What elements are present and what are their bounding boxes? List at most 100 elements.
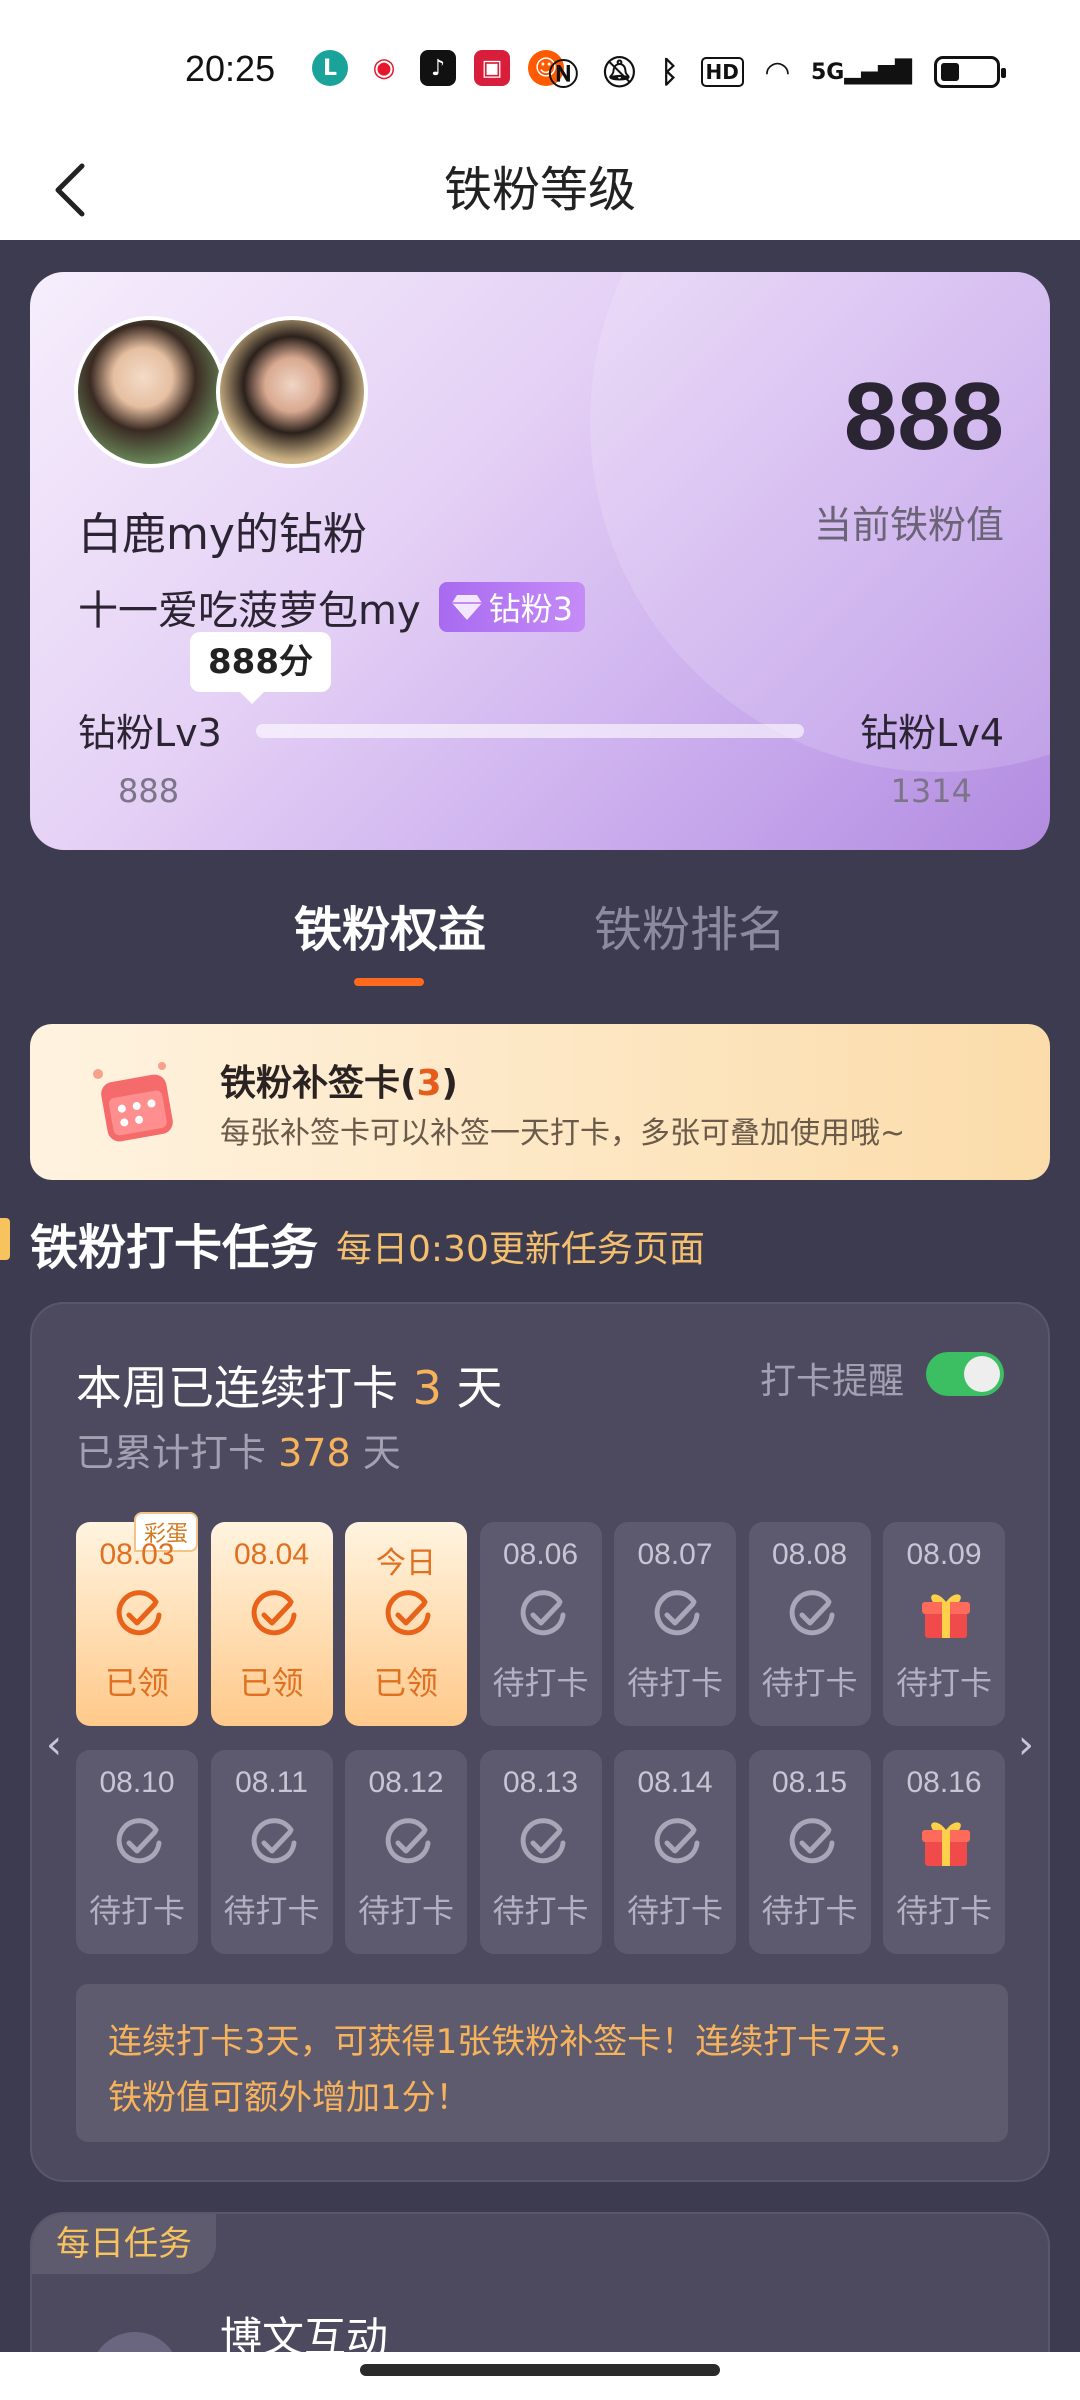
tab-fan-ranking[interactable]: 铁粉排名 xyxy=(594,890,786,960)
signal-5g-icon: 5G▂▄▆█ xyxy=(810,59,912,85)
checkin-hint: 连续打卡3天，可获得1张铁粉补签卡！连续打卡7天， 铁粉值可额外增加1分！ xyxy=(76,1984,1008,2142)
checkin-day-cell[interactable]: 08.16 待打卡 xyxy=(883,1750,1005,1954)
check-circle-icon xyxy=(520,1818,565,1864)
user-row: 十一爱吃菠萝包my 钻粉3 xyxy=(78,578,586,636)
calendar-icon xyxy=(93,1062,173,1142)
score-tooltip: 888分 xyxy=(190,632,331,704)
mute-icon: 🔕︎ xyxy=(600,54,639,90)
checkin-date: 08.13 xyxy=(502,1766,579,1799)
checkin-day-cell[interactable]: 08.04 已领 xyxy=(210,1522,333,1726)
checkin-status: 待打卡 xyxy=(492,1664,589,1702)
checkin-date: 08.06 xyxy=(502,1538,579,1571)
checkin-day-cell[interactable]: 08.06 待打卡 xyxy=(479,1522,602,1726)
checkin-status: 待打卡 xyxy=(626,1664,723,1702)
weibo-icon: ◉ xyxy=(366,50,402,86)
checkin-status: 待打卡 xyxy=(761,1664,858,1702)
check-circle-icon xyxy=(789,1818,834,1864)
checkin-status: 已领 xyxy=(239,1664,304,1702)
check-circle-icon xyxy=(116,1590,162,1636)
next-level-value: 1314 xyxy=(890,772,972,810)
status-bar: 20:25 L ◉ ♪ ▣ ☺ Ⓝ 🔕︎ ᛒ HD ◠ 5G▂▄▆█ xyxy=(0,0,1080,140)
check-circle-icon xyxy=(385,1590,431,1636)
battery-icon xyxy=(934,56,1006,88)
notification-icons: L ◉ ♪ ▣ ☺ xyxy=(312,50,564,86)
checkin-date: 今日 xyxy=(376,1547,436,1580)
checkin-date: 08.12 xyxy=(368,1766,444,1799)
checkin-date: 08.10 xyxy=(99,1766,175,1799)
reminder-label: 打卡提醒 xyxy=(759,1361,904,1402)
checkin-date: 08.09 xyxy=(906,1538,982,1571)
green-app-icon: L xyxy=(312,50,348,86)
checkin-day-cell[interactable]: 今日 已领 xyxy=(345,1522,467,1726)
checkin-date: 08.03 xyxy=(99,1538,175,1571)
section-title: 铁粉打卡任务 xyxy=(30,1220,319,1276)
checkin-status: 待打卡 xyxy=(492,1892,589,1930)
check-circle-icon xyxy=(654,1818,700,1864)
tab-bar: 铁粉权益 铁粉排名 xyxy=(0,890,1080,990)
checkin-day-cell[interactable]: 彩蛋 08.03 已领 xyxy=(76,1512,198,1726)
checkin-day-cell[interactable]: 08.15 待打卡 xyxy=(748,1750,871,1954)
checkin-day-cell[interactable]: 08.10 待打卡 xyxy=(76,1750,198,1954)
home-indicator[interactable] xyxy=(360,2364,720,2376)
makeup-card-banner[interactable]: 铁粉补签卡(3) 每张补签卡可以补签一天打卡，多张可叠加使用哦~ xyxy=(30,1024,1050,1180)
checkin-status: 待打卡 xyxy=(626,1892,723,1930)
toggle-knob xyxy=(964,1356,1000,1392)
checkin-date: 08.11 xyxy=(235,1766,308,1799)
check-circle-icon xyxy=(116,1818,162,1864)
gesture-bar xyxy=(0,2352,1080,2400)
chevron-right-icon[interactable]: › xyxy=(1018,1722,1034,1768)
checkin-date: 08.07 xyxy=(637,1538,713,1571)
makeup-card-title: 铁粉补签卡(3) xyxy=(220,1063,458,1104)
checkin-status: 待打卡 xyxy=(223,1892,320,1930)
user-name: 十一爱吃菠萝包my xyxy=(78,588,421,634)
check-circle-icon xyxy=(654,1590,700,1636)
checkin-day-cell[interactable]: 08.07 待打卡 xyxy=(614,1522,736,1726)
checkin-status: 待打卡 xyxy=(895,1892,992,1930)
checkin-day-cell[interactable]: 08.13 待打卡 xyxy=(479,1750,602,1954)
tab-indicator xyxy=(354,978,424,986)
checkin-day-cell[interactable]: 08.11 待打卡 xyxy=(210,1750,333,1954)
checkin-status: 待打卡 xyxy=(761,1892,858,1930)
checkin-status: 已领 xyxy=(104,1664,169,1702)
gift-icon xyxy=(922,1822,970,1866)
checkin-date: 08.15 xyxy=(771,1766,848,1799)
nav-bar: 铁粉等级 xyxy=(0,140,1080,240)
total-checkins: 已累计打卡 378 天 xyxy=(76,1431,401,1475)
store-icon: ▣ xyxy=(474,50,510,86)
daily-tasks-tag: 每日任务 xyxy=(32,2214,216,2274)
checkin-status: 待打卡 xyxy=(895,1664,992,1702)
level-badge-label: 钻粉3 xyxy=(488,590,574,628)
fan-profile-card: 白鹿my的钻粉 十一爱吃菠萝包my 钻粉3 888 当前铁粉值 888分 钻粉L… xyxy=(30,272,1050,850)
checkin-status: 待打卡 xyxy=(357,1892,454,1930)
chevron-left-icon[interactable]: ‹ xyxy=(46,1722,62,1768)
nfc-icon: Ⓝ xyxy=(548,58,579,93)
tab-fan-benefits[interactable]: 铁粉权益 xyxy=(294,890,486,960)
check-circle-icon xyxy=(520,1590,565,1636)
check-circle-icon xyxy=(789,1590,834,1636)
fan-score-label: 当前铁粉值 xyxy=(813,503,1004,547)
hd-icon: HD xyxy=(700,57,744,87)
reminder-toggle[interactable] xyxy=(926,1352,1004,1396)
gift-icon xyxy=(922,1594,970,1638)
makeup-card-desc: 每张补签卡可以补签一天打卡，多张可叠加使用哦~ xyxy=(220,1116,906,1151)
hint-line-2: 铁粉值可额外增加1分！ xyxy=(108,2078,470,2118)
idol-avatar[interactable] xyxy=(216,316,368,468)
system-icons: Ⓝ 🔕︎ ᛒ HD ◠ 5G▂▄▆█ xyxy=(548,50,1006,94)
checkin-day-cell[interactable]: 08.12 待打卡 xyxy=(345,1750,467,1954)
checkin-day-cell[interactable]: 08.08 待打卡 xyxy=(748,1522,871,1726)
makeup-card-count: 3 xyxy=(416,1063,442,1104)
fan-title: 白鹿my的钻粉 xyxy=(78,509,367,560)
diamond-icon xyxy=(451,595,482,620)
checkin-day-cell[interactable]: 08.14 待打卡 xyxy=(614,1750,736,1954)
bluetooth-icon: ᛒ xyxy=(660,54,679,90)
level-badge: 钻粉3 xyxy=(438,582,586,632)
checkin-status: 待打卡 xyxy=(88,1892,185,1930)
checkin-day-cell[interactable]: 08.09 待打卡 xyxy=(883,1522,1005,1726)
checkin-card: 本周已连续打卡 3 天 已累计打卡 378 天 打卡提醒 ‹ › 彩蛋 08.03… xyxy=(30,1302,1050,2182)
page-title: 铁粉等级 xyxy=(443,162,636,218)
fan-avatar[interactable] xyxy=(74,316,226,468)
check-circle-icon xyxy=(385,1818,431,1864)
hint-line-1: 连续打卡3天，可获得1张铁粉补签卡！连续打卡7天， xyxy=(108,2022,921,2062)
checkin-date: 08.14 xyxy=(637,1766,713,1799)
level-progress-bar xyxy=(256,724,804,738)
